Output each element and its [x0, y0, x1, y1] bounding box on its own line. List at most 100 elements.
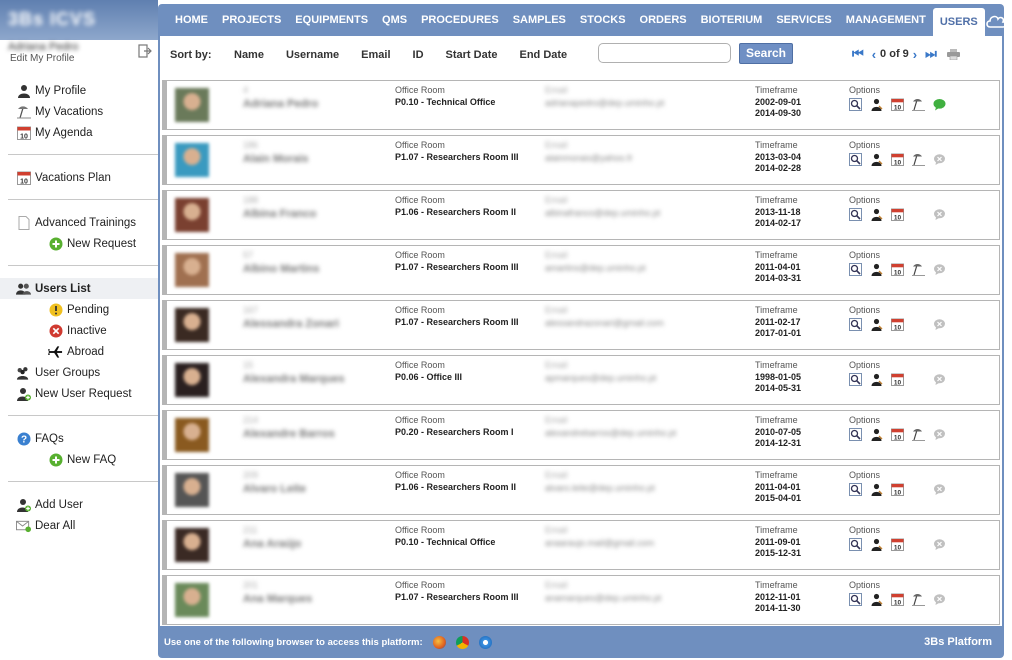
edit-user-icon[interactable]: [870, 593, 883, 606]
vacation-icon[interactable]: [912, 263, 925, 276]
last-page-icon[interactable]: ⏭: [925, 46, 937, 62]
chat-offline-icon[interactable]: [933, 153, 946, 166]
firefox-icon[interactable]: [432, 635, 446, 649]
view-details-icon[interactable]: [849, 207, 862, 221]
chat-offline-icon[interactable]: [933, 483, 946, 496]
user-email[interactable]: alainmorais@yahoo.fr: [545, 153, 633, 163]
user-row[interactable]: 201 Ana Marques Office Room P1.07 - Rese…: [162, 575, 1000, 625]
search-button[interactable]: Search: [739, 43, 793, 64]
user-name[interactable]: Adriana Pedro: [243, 98, 318, 110]
user-email[interactable]: albinafranco@dep.uminho.pt: [545, 208, 660, 218]
user-row[interactable]: 4 Adriana Pedro Office Room P0.10 - Tech…: [162, 80, 1000, 130]
vacation-icon[interactable]: [912, 428, 925, 441]
sidebar-item-pending[interactable]: Pending: [0, 299, 158, 320]
user-email[interactable]: adrianapedro@dep.uminho.pt: [545, 98, 664, 108]
user-name[interactable]: Albina Franco: [243, 208, 316, 220]
chat-offline-icon[interactable]: [933, 428, 946, 441]
edit-user-icon[interactable]: [870, 373, 883, 386]
user-email[interactable]: alexandrebarros@dep.uminho.pt: [545, 428, 676, 438]
agenda-icon[interactable]: 10: [891, 153, 904, 166]
agenda-icon[interactable]: 10: [891, 373, 904, 386]
user-row[interactable]: 209 Alvaro Leite Office Room P1.06 - Res…: [162, 465, 1000, 515]
sidebar-item-my-vacations[interactable]: My Vacations: [0, 101, 158, 122]
sidebar-item-advanced-trainings[interactable]: Advanced Trainings: [0, 212, 158, 233]
user-row[interactable]: 167 Alessandra Zonari Office Room P1.07 …: [162, 300, 1000, 350]
user-name[interactable]: Albino Martins: [243, 263, 319, 275]
view-details-icon[interactable]: [849, 317, 862, 331]
user-name[interactable]: Alain Morais: [243, 153, 308, 165]
edit-user-icon[interactable]: [870, 208, 883, 221]
nav-equipments[interactable]: EQUIPMENTS: [288, 4, 375, 36]
sort-by-email[interactable]: Email: [361, 49, 390, 61]
user-row[interactable]: 186 Alain Morais Office Room P1.07 - Res…: [162, 135, 1000, 185]
sidebar-item-vacations-plan[interactable]: 10 Vacations Plan: [0, 167, 158, 188]
user-name[interactable]: Ana Araújo: [243, 538, 301, 550]
user-email[interactable]: alvaro.leite@dep.uminho.pt: [545, 483, 655, 493]
sidebar-item-abroad[interactable]: Abroad: [0, 341, 158, 362]
chat-offline-icon[interactable]: [933, 263, 946, 276]
user-row[interactable]: 214 Alexandre Barros Office Room P0.20 -…: [162, 410, 1000, 460]
agenda-icon[interactable]: 10: [891, 483, 904, 496]
user-email[interactable]: apmarques@dep.uminho.pt: [545, 373, 656, 383]
view-details-icon[interactable]: [849, 97, 862, 111]
agenda-icon[interactable]: 10: [891, 318, 904, 331]
user-email[interactable]: anaaraujo.mail@gmail.com: [545, 538, 654, 548]
prev-page-icon[interactable]: ‹: [872, 47, 876, 62]
sidebar-item-my-profile[interactable]: My Profile: [0, 80, 158, 101]
sort-by-username[interactable]: Username: [286, 49, 339, 61]
agenda-icon[interactable]: 10: [891, 263, 904, 276]
cloud-icon[interactable]: [985, 4, 1007, 36]
user-name[interactable]: Alvaro Leite: [243, 483, 306, 495]
agenda-icon[interactable]: 10: [891, 428, 904, 441]
sidebar-item-user-groups[interactable]: User Groups: [0, 362, 158, 383]
sidebar-item-faqs[interactable]: ? FAQs: [0, 428, 158, 449]
sidebar-item-new-request[interactable]: New Request: [0, 233, 158, 254]
avatar[interactable]: [175, 253, 209, 287]
nav-services[interactable]: SERVICES: [769, 4, 838, 36]
nav-bioterium[interactable]: BIOTERIUM: [694, 4, 770, 36]
edit-profile-link[interactable]: Edit My Profile: [10, 53, 74, 64]
nav-users[interactable]: USERS: [932, 8, 985, 36]
sidebar-item-inactive[interactable]: Inactive: [0, 320, 158, 341]
nav-procedures[interactable]: PROCEDURES: [414, 4, 506, 36]
nav-home[interactable]: HOME: [168, 4, 215, 36]
user-email[interactable]: amartins@dep.uminho.pt: [545, 263, 646, 273]
user-name[interactable]: Alessandra Zonari: [243, 318, 339, 330]
safari-icon[interactable]: [478, 635, 492, 649]
search-input[interactable]: [598, 43, 731, 63]
edit-user-icon[interactable]: [870, 98, 883, 111]
view-details-icon[interactable]: [849, 262, 862, 276]
sidebar-item-my-agenda[interactable]: 10 My Agenda: [0, 122, 158, 143]
user-row[interactable]: 15 Alexandra Marques Office Room P0.06 -…: [162, 355, 1000, 405]
sidebar-item-users-list[interactable]: Users List: [0, 278, 158, 299]
edit-user-icon[interactable]: [870, 153, 883, 166]
next-page-icon[interactable]: ›: [913, 47, 917, 62]
chat-offline-icon[interactable]: [933, 538, 946, 551]
sort-by-id[interactable]: ID: [413, 49, 424, 61]
avatar[interactable]: [175, 88, 209, 122]
sidebar-item-new-user-request[interactable]: New User Request: [0, 383, 158, 404]
chat-offline-icon[interactable]: [933, 593, 946, 606]
edit-user-icon[interactable]: [870, 263, 883, 276]
sort-by-start-date[interactable]: Start Date: [446, 49, 498, 61]
chat-offline-icon[interactable]: [933, 373, 946, 386]
view-details-icon[interactable]: [849, 592, 862, 606]
view-details-icon[interactable]: [849, 152, 862, 166]
sort-by-name[interactable]: Name: [234, 49, 264, 61]
user-name[interactable]: Alexandra Marques: [243, 373, 344, 385]
user-row[interactable]: 188 Albina Franco Office Room P1.06 - Re…: [162, 190, 1000, 240]
print-icon[interactable]: [946, 48, 960, 60]
agenda-icon[interactable]: 10: [891, 538, 904, 551]
user-name[interactable]: Alexandre Barros: [243, 428, 335, 440]
sidebar-item-dear-all[interactable]: Dear All: [0, 515, 158, 536]
edit-user-icon[interactable]: [870, 428, 883, 441]
view-details-icon[interactable]: [849, 372, 862, 386]
chrome-icon[interactable]: [455, 635, 469, 649]
avatar[interactable]: [175, 143, 209, 177]
avatar[interactable]: [175, 198, 209, 232]
avatar[interactable]: [175, 528, 209, 562]
user-email[interactable]: anamarques@dep.uminho.pt: [545, 593, 661, 603]
chat-offline-icon[interactable]: [933, 318, 946, 331]
avatar[interactable]: [175, 473, 209, 507]
user-row[interactable]: 211 Ana Araújo Office Room P0.10 - Techn…: [162, 520, 1000, 570]
